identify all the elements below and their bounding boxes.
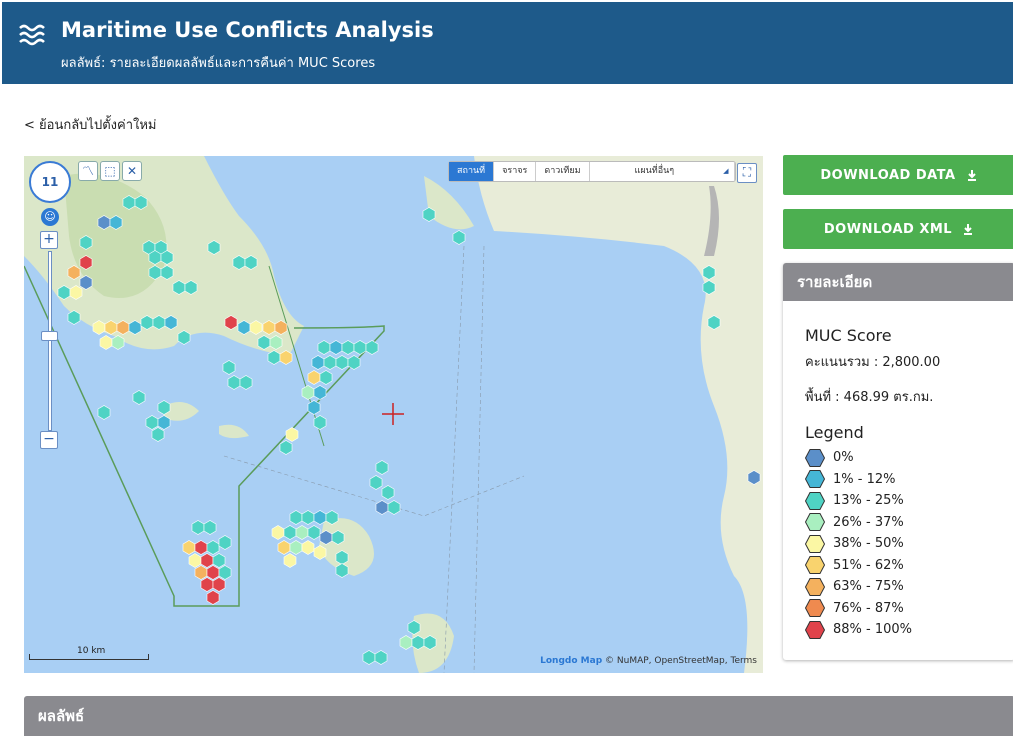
- back-link[interactable]: < ย้อนกลับไปตั้งค่าใหม่: [24, 114, 157, 135]
- legend-swatch-icon: [805, 448, 825, 467]
- select-area-icon[interactable]: ⬚: [100, 161, 120, 181]
- map-layer-switcher: สถานที่ จราจร ดาวเทียม แผนที่อื่นๆ: [448, 161, 736, 182]
- zoom-in-button[interactable]: +: [40, 231, 58, 249]
- legend-swatch-icon: [805, 534, 825, 553]
- details-heading: รายละเอียด: [783, 263, 1013, 301]
- zoom-slider-handle[interactable]: [41, 331, 58, 341]
- waves-icon: [19, 24, 45, 46]
- zoom-slider-track[interactable]: [48, 251, 52, 431]
- legend-label: 13% - 25%: [833, 493, 904, 509]
- zoom-level-display[interactable]: 11: [29, 161, 71, 203]
- legend-swatch-icon: [805, 577, 825, 596]
- map-attribution: Longdo Map © NuMAP, OpenStreetMap, Terms: [540, 656, 757, 666]
- attribution-text[interactable]: © NuMAP, OpenStreetMap, Terms: [605, 656, 757, 666]
- legend-label: 76% - 87%: [833, 600, 904, 616]
- tab-satellite[interactable]: ดาวเทียม: [536, 162, 590, 181]
- legend-swatch-icon: [805, 620, 825, 639]
- download-data-label: DOWNLOAD DATA: [820, 167, 956, 183]
- legend-item: 0%: [805, 447, 912, 469]
- map-view[interactable]: 11 〽 ⬚ ✕ ☺ + − สถานที่ จราจร ดาวเทียม แผ…: [24, 156, 763, 673]
- download-xml-label: DOWNLOAD XML: [823, 221, 953, 237]
- legend-swatch-icon: [805, 556, 825, 575]
- legend-item: 76% - 87%: [805, 598, 912, 620]
- details-panel: รายละเอียด MUC Score คะแนนรวม : 2,800.00…: [783, 263, 1013, 660]
- legend-item: 26% - 37%: [805, 512, 912, 534]
- legend-title: Legend: [805, 423, 864, 442]
- score-title: MUC Score: [805, 326, 892, 345]
- download-xml-button[interactable]: DOWNLOAD XML: [783, 209, 1013, 249]
- score-total: คะแนนรวม : 2,800.00: [805, 355, 941, 370]
- legend-swatch-icon: [805, 491, 825, 510]
- download-icon: [967, 170, 976, 181]
- legend-list: 0% 1% - 12% 13% - 25% 26% - 37% 38% - 50% 51%…: [805, 447, 912, 641]
- street-view-icon[interactable]: ☺: [41, 208, 59, 226]
- zoom-out-button[interactable]: −: [40, 431, 58, 449]
- results-section-header: ผลลัพธ์: [24, 696, 1013, 736]
- legend-item: 1% - 12%: [805, 469, 912, 491]
- legend-item: 13% - 25%: [805, 490, 912, 512]
- area-value: พื้นที่ : 468.99 ตร.กม.: [805, 390, 934, 405]
- legend-item: 51% - 62%: [805, 555, 912, 577]
- app-header: Maritime Use Conflicts Analysis ผลลัพธ์:…: [2, 2, 1013, 84]
- download-data-button[interactable]: DOWNLOAD DATA: [783, 155, 1013, 195]
- legend-swatch-icon: [805, 599, 825, 618]
- legend-item: 88% - 100%: [805, 619, 912, 641]
- tab-traffic[interactable]: จราจร: [494, 162, 537, 181]
- legend-label: 1% - 12%: [833, 471, 896, 487]
- legend-item: 63% - 75%: [805, 576, 912, 598]
- legend-swatch-icon: [805, 513, 825, 532]
- hexagon-overlay: [57, 195, 761, 665]
- attribution-brand[interactable]: Longdo Map: [540, 656, 602, 666]
- scale-bar: 10 km: [29, 646, 151, 662]
- legend-label: 51% - 62%: [833, 557, 904, 573]
- legend-label: 88% - 100%: [833, 622, 913, 638]
- legend-label: 38% - 50%: [833, 536, 904, 552]
- measure-tool-icon[interactable]: 〽: [78, 161, 98, 181]
- legend-label: 63% - 75%: [833, 579, 904, 595]
- download-icon: [964, 224, 973, 235]
- other-maps-select[interactable]: แผนที่อื่นๆ: [590, 162, 735, 181]
- legend-swatch-icon: [805, 470, 825, 489]
- legend-label: 26% - 37%: [833, 514, 904, 530]
- legend-item: 38% - 50%: [805, 533, 912, 555]
- legend-label: 0%: [833, 450, 854, 466]
- tab-places[interactable]: สถานที่: [449, 162, 495, 181]
- clear-icon[interactable]: ✕: [122, 161, 142, 181]
- app-title: Maritime Use Conflicts Analysis: [61, 18, 434, 42]
- page-subtitle: ผลลัพธ์: รายละเอียดผลลัพธ์และการคืนค่า M…: [61, 56, 376, 71]
- fullscreen-icon[interactable]: ⛶: [737, 163, 757, 183]
